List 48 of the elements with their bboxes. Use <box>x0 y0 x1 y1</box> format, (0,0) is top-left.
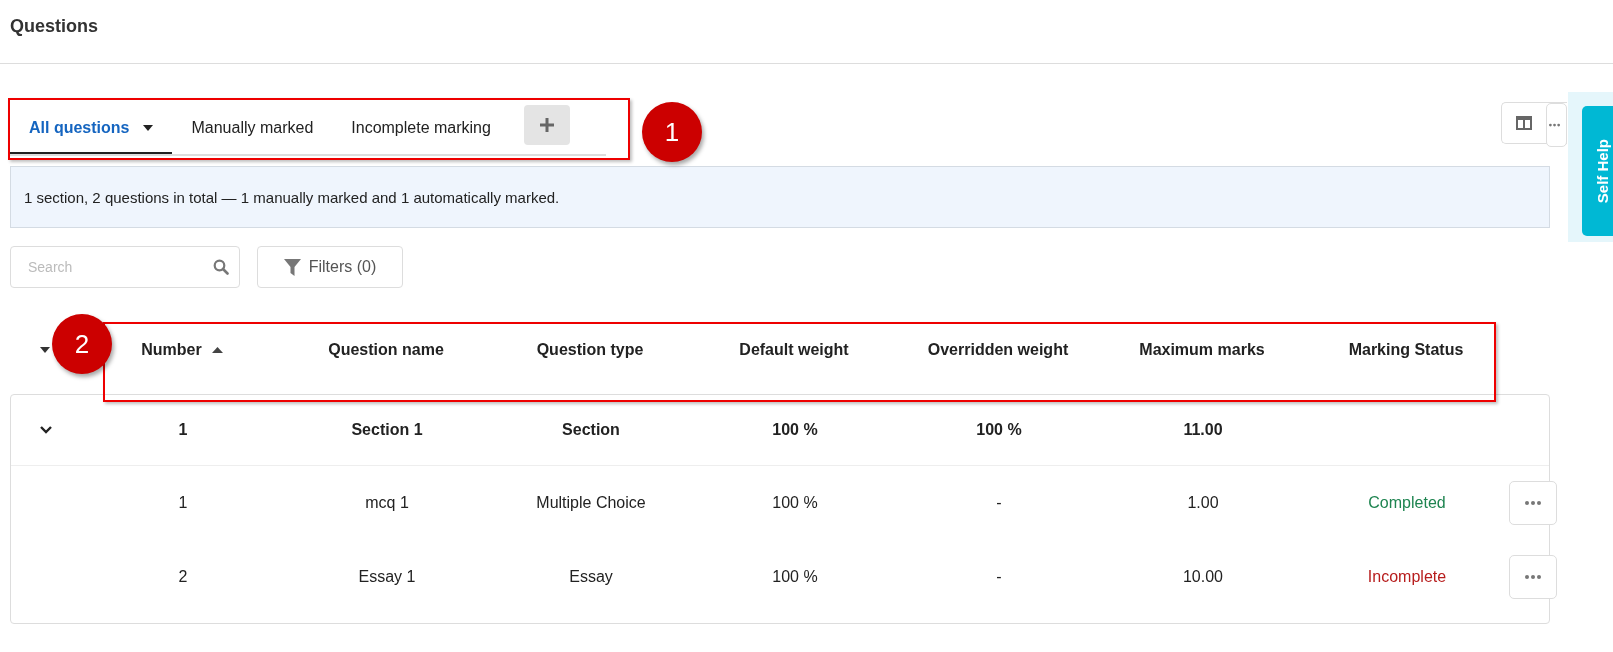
add-tab-button[interactable] <box>523 105 570 145</box>
table-cell-text: 100 % <box>771 494 819 512</box>
table-cell-text: Section 1 <box>350 421 424 439</box>
more-icon <box>1525 501 1541 505</box>
tab[interactable]: All questions <box>10 104 173 154</box>
marking-status: Completed <box>1367 494 1447 512</box>
summary-banner: 1 section, 2 questions in total — 1 manually marked and 1 automatically marked. <box>10 166 1550 228</box>
tab[interactable]: Incomplete marking <box>332 104 510 154</box>
column-header[interactable]: Maximum marks <box>1139 341 1265 359</box>
table-cell-text: Multiple Choice <box>535 494 647 512</box>
table-cell-text: 1 <box>177 421 189 439</box>
filters-button[interactable]: Filters (0) <box>257 246 403 288</box>
table-cell-text: 100 % <box>975 421 1023 439</box>
search-field[interactable]: Search <box>10 246 240 288</box>
column-header[interactable]: Default weight <box>739 341 849 359</box>
plus-icon <box>538 117 555 133</box>
table-cell-text: 10.00 <box>1181 568 1224 586</box>
columns-icon <box>1516 116 1532 130</box>
page-title: Questions <box>9 15 99 38</box>
annotation-badge: 1 <box>642 102 702 162</box>
column-header[interactable]: Question name <box>328 341 444 359</box>
chevron-icon <box>40 426 52 434</box>
more-icon <box>1525 575 1541 579</box>
table-cell-text: Essay 1 <box>357 568 417 586</box>
collapse-all-icon <box>40 347 50 353</box>
annotation-badge: 2 <box>52 314 112 374</box>
table-cell-text: 11.00 <box>1182 421 1224 439</box>
table-cell-text: 1.00 <box>1186 494 1220 512</box>
table-cell-text: - <box>995 568 1003 586</box>
column-header[interactable]: Overridden weight <box>927 341 1069 359</box>
search-icon <box>213 259 229 275</box>
table-cell-text: Essay <box>568 568 614 586</box>
table-cell-text: 100 % <box>771 421 819 439</box>
table-cell-text: 100 % <box>771 568 819 586</box>
table-cell-text: 1 <box>177 494 189 512</box>
table-cell-text: mcq 1 <box>364 494 410 512</box>
filter-icon <box>283 258 301 276</box>
more-icon <box>1549 123 1560 127</box>
table-cell-text: - <box>995 494 1003 512</box>
table-cell-text: Section <box>561 421 621 439</box>
table-cell-text: 2 <box>177 568 189 586</box>
tab[interactable]: Manually marked <box>172 104 333 154</box>
caret-icon <box>143 125 154 131</box>
column-header[interactable]: Number <box>141 341 202 359</box>
column-header[interactable]: Question type <box>536 341 644 359</box>
column-header[interactable]: Marking Status <box>1348 341 1464 359</box>
marking-status: Incomplete <box>1366 568 1448 586</box>
sort-icon <box>211 347 223 353</box>
